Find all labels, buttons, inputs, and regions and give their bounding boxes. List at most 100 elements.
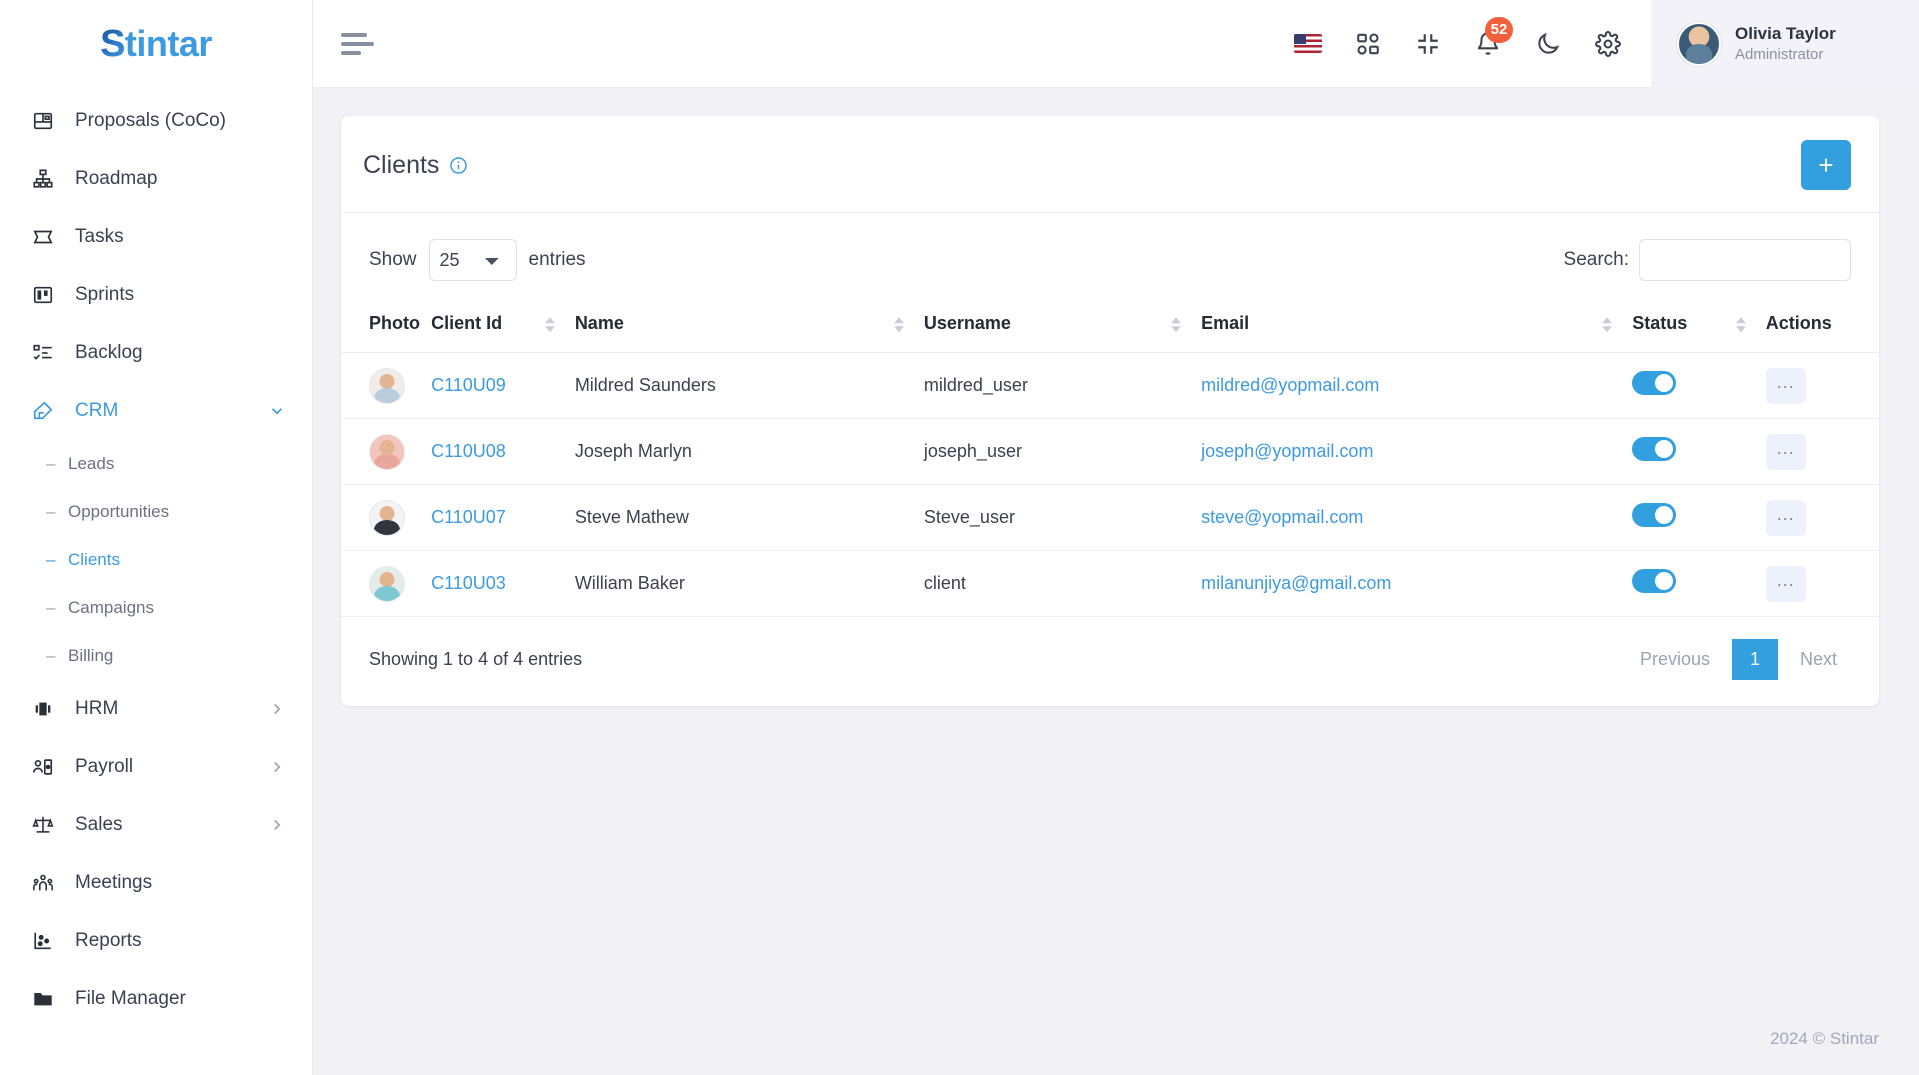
cell-username: mildred_user — [913, 352, 1192, 419]
menu-toggle-icon[interactable] — [341, 32, 387, 55]
sidebar-item-proposals[interactable]: Proposals (CoCo) — [0, 92, 312, 150]
hrm-icon — [30, 696, 56, 722]
sidebar-item-label: Proposals (CoCo) — [75, 110, 226, 131]
row-actions-button[interactable]: ... — [1765, 565, 1806, 602]
avatar — [1677, 21, 1721, 66]
dash-icon: – — [46, 454, 56, 473]
pagination-next[interactable]: Next — [1786, 639, 1851, 680]
pagination-previous[interactable]: Previous — [1626, 639, 1724, 680]
topbar: 52 Olivia Taylor Administrator — [313, 0, 1919, 88]
brand-logo[interactable]: Stintar — [0, 0, 312, 88]
notifications-bell-icon[interactable]: 52 — [1471, 16, 1513, 61]
notification-badge: 52 — [1485, 16, 1513, 43]
client-id-link[interactable]: C110U09 — [431, 375, 506, 395]
chevron-right-icon — [268, 816, 286, 834]
status-toggle[interactable] — [1632, 569, 1677, 593]
column-header-client-id[interactable]: Client Id — [421, 299, 565, 353]
sidebar-item-label: Roadmap — [75, 168, 158, 189]
language-flag-us-icon[interactable] — [1291, 27, 1325, 61]
sidebar-item-meetings[interactable]: Meetings — [0, 854, 312, 912]
row-actions-button[interactable]: ... — [1765, 499, 1806, 536]
column-header-status[interactable]: Status — [1622, 299, 1756, 353]
sidebar-item-backlog[interactable]: Backlog — [0, 324, 312, 382]
status-toggle[interactable] — [1632, 371, 1677, 395]
fullscreen-exit-icon[interactable] — [1411, 27, 1445, 61]
brand-text: Stintar — [100, 23, 212, 66]
column-label: Name — [574, 313, 624, 333]
clients-table: Photo Client Id Name Username Email Stat… — [341, 299, 1879, 617]
cell-photo — [341, 418, 422, 485]
sort-icon[interactable] — [1602, 316, 1613, 332]
sidebar-item-roadmap[interactable]: Roadmap — [0, 150, 312, 208]
table-row: C110U03 William Baker client milanunjiya… — [341, 550, 1879, 617]
dark-mode-icon[interactable] — [1531, 27, 1565, 61]
sidebar-item-file-manager[interactable]: File Manager — [0, 970, 312, 1028]
sort-icon[interactable] — [1171, 316, 1182, 332]
sales-icon — [30, 812, 56, 838]
sidebar-item-billing[interactable]: – Billing — [0, 632, 312, 680]
sidebar-item-label: Tasks — [75, 226, 124, 247]
sidebar-item-label: HRM — [75, 698, 119, 719]
info-icon[interactable] — [449, 156, 468, 175]
sidebar-item-label: Sales — [75, 814, 123, 835]
cell-actions: ... — [1755, 418, 1879, 485]
cell-username: joseph_user — [913, 418, 1192, 485]
sidebar: Stintar Proposals (CoCo) Roadmap Tasks S… — [0, 0, 313, 1075]
menu-bar-3 — [341, 50, 361, 55]
dash-icon: – — [46, 502, 56, 521]
search-input[interactable] — [1639, 239, 1851, 281]
pagination-page-1[interactable]: 1 — [1731, 639, 1778, 680]
email-link[interactable]: joseph@yopmail.com — [1201, 441, 1373, 461]
cell-client-id: C110U08 — [421, 418, 565, 485]
column-header-name[interactable]: Name — [564, 299, 914, 353]
us-flag — [1294, 34, 1322, 53]
sidebar-item-leads[interactable]: – Leads — [0, 440, 312, 488]
email-link[interactable]: mildred@yopmail.com — [1201, 375, 1379, 395]
app-root: Stintar Proposals (CoCo) Roadmap Tasks S… — [0, 0, 1919, 1075]
sidebar-item-reports[interactable]: Reports — [0, 912, 312, 970]
column-header-username[interactable]: Username — [913, 299, 1192, 353]
sidebar-item-sales[interactable]: Sales — [0, 796, 312, 854]
status-toggle[interactable] — [1632, 503, 1677, 527]
row-actions-button[interactable]: ... — [1765, 433, 1806, 470]
sort-icon[interactable] — [1735, 316, 1746, 332]
client-id-link[interactable]: C110U03 — [431, 573, 506, 593]
sidebar-item-opportunities[interactable]: – Opportunities — [0, 488, 312, 536]
page-size-select[interactable]: 25 — [428, 239, 517, 281]
settings-gear-icon[interactable] — [1591, 27, 1625, 61]
column-header-email[interactable]: Email — [1191, 299, 1623, 353]
sidebar-item-tasks[interactable]: Tasks — [0, 208, 312, 266]
cell-email: milanunjiya@gmail.com — [1191, 550, 1623, 617]
cell-client-id: C110U07 — [421, 484, 565, 551]
sidebar-item-clients[interactable]: – Clients — [0, 536, 312, 584]
sidebar-item-campaigns[interactable]: – Campaigns — [0, 584, 312, 632]
sort-icon[interactable] — [544, 316, 555, 332]
user-profile-menu[interactable]: Olivia Taylor Administrator — [1651, 0, 1919, 88]
page-footer: 2024 © Stintar — [313, 1003, 1919, 1075]
sidebar-item-crm[interactable]: CRM — [0, 382, 312, 440]
sprints-icon — [30, 282, 56, 308]
backlog-icon — [30, 340, 56, 366]
row-actions-button[interactable]: ... — [1765, 367, 1806, 404]
profile-role: Administrator — [1735, 45, 1824, 63]
email-link[interactable]: steve@yopmail.com — [1201, 507, 1363, 527]
sidebar-item-hrm[interactable]: HRM — [0, 680, 312, 738]
sort-icon[interactable] — [893, 316, 904, 332]
cell-username: client — [913, 550, 1192, 617]
sidebar-subitem-label: Leads — [68, 454, 115, 473]
email-link[interactable]: milanunjiya@gmail.com — [1201, 573, 1391, 593]
status-toggle[interactable] — [1632, 437, 1677, 461]
sidebar-subitem-label: Campaigns — [68, 598, 154, 617]
sidebar-item-payroll[interactable]: Payroll — [0, 738, 312, 796]
sidebar-subitem-label: Opportunities — [68, 502, 170, 521]
chevron-right-icon — [268, 700, 286, 718]
add-client-button[interactable]: + — [1801, 140, 1851, 190]
payroll-icon — [30, 754, 56, 780]
apps-grid-icon[interactable] — [1351, 27, 1385, 61]
crm-icon — [30, 398, 56, 424]
client-id-link[interactable]: C110U08 — [431, 441, 506, 461]
client-id-link[interactable]: C110U07 — [431, 507, 506, 527]
proposals-icon — [30, 108, 56, 134]
sidebar-item-sprints[interactable]: Sprints — [0, 266, 312, 324]
table-row: C110U08 Joseph Marlyn joseph_user joseph… — [341, 418, 1879, 485]
